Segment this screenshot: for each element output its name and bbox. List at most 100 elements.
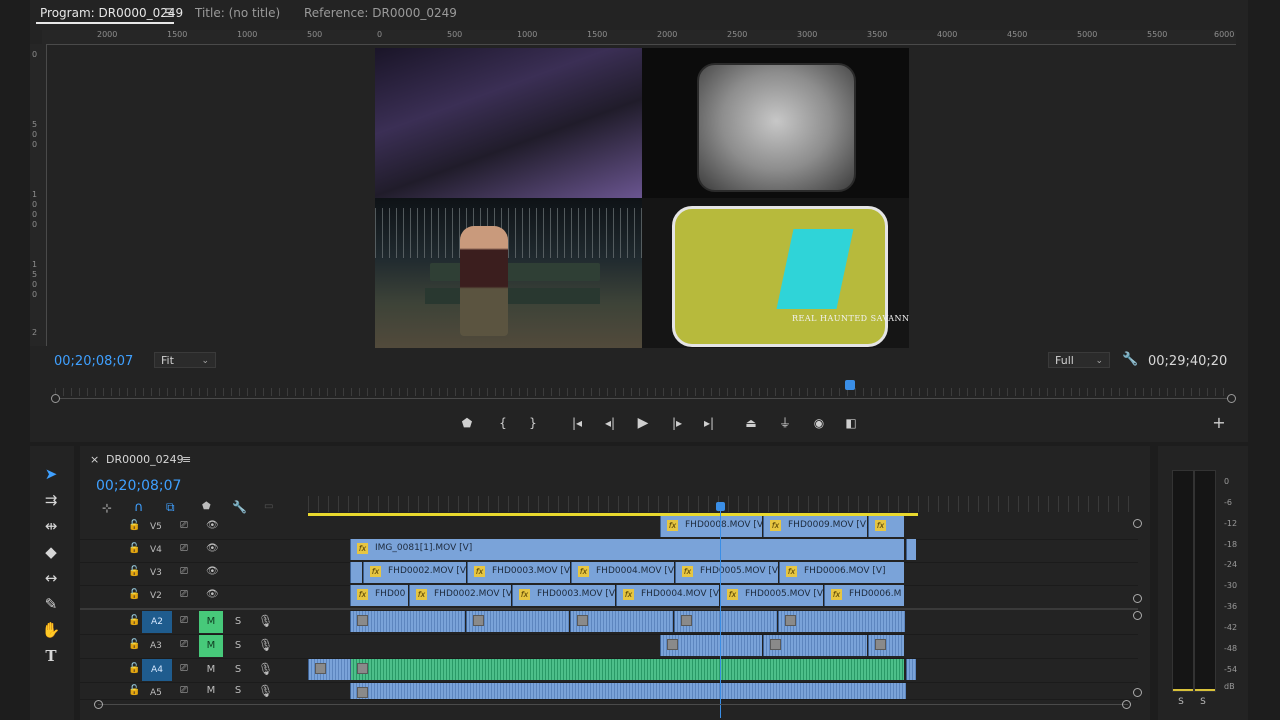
scroll-handle[interactable] [1122,700,1131,709]
step-forward-icon[interactable]: |▸ [668,414,686,432]
captions-icon[interactable]: ▭ [264,501,273,512]
snap-magnet-icon[interactable]: ∩ [134,500,144,515]
sync-lock-icon[interactable]: ⎚ [180,663,188,674]
sync-lock-icon[interactable]: ⎚ [180,543,188,554]
clip[interactable]: fx FHD0009.MOV [V] [763,516,867,537]
clip[interactable]: fx FHD0006.MOV [V] [779,562,904,583]
mark-in-icon[interactable]: { [494,414,512,432]
playhead-marker[interactable] [845,380,855,390]
solo-button[interactable]: S [226,683,250,699]
audio-clip[interactable] [868,635,904,656]
clip[interactable]: fx FHD0004.MOV [V] [616,585,719,606]
clip[interactable]: fx FHD0003.MOV [V] [512,585,615,606]
clip[interactable]: fx FHD0005.MOV [V] [720,585,823,606]
lock-icon[interactable]: 🔓 [128,685,140,696]
razor-tool-icon[interactable]: ◆ [40,541,62,563]
clip[interactable]: fx [868,516,904,537]
microphone-icon[interactable]: 🎙 [258,638,273,652]
sync-lock-icon[interactable]: ⎚ [180,615,188,626]
scrubber-end-handle[interactable] [1227,394,1236,403]
audio-clip[interactable] [350,659,904,680]
marker-icon[interactable]: ⬟ [458,414,476,432]
tab-reference[interactable]: Reference: DR0000_0249 [304,6,457,20]
sync-lock-icon[interactable]: ⎚ [180,520,188,531]
solo-button[interactable]: S [226,635,250,657]
panel-menu-icon[interactable]: ☰ [164,6,175,20]
eye-icon[interactable]: 👁 [206,520,219,531]
eye-icon[interactable]: 👁 [206,566,219,577]
scroll-handle[interactable] [1133,519,1142,528]
wrench-icon[interactable]: 🔧 [1122,352,1138,367]
eye-icon[interactable]: 👁 [206,543,219,554]
slip-tool-icon[interactable]: ↔ [40,567,62,589]
linked-selection-icon[interactable]: ⧉ [166,500,175,515]
clip[interactable]: fx FHD0005.MOV [V] [675,562,778,583]
track-target-a2[interactable]: A2 [142,611,172,633]
selection-tool-icon[interactable]: ➤ [40,463,62,485]
audio-clip[interactable] [674,611,777,632]
go-to-out-icon[interactable]: ▸| [700,414,718,432]
clip[interactable]: fx FHD0003.MOV [V] [467,562,570,583]
clip[interactable]: fx FHD0006.M [824,585,904,606]
lock-icon[interactable]: 🔓 [128,589,140,600]
clip[interactable]: fx FHD0004.MOV [V] [571,562,674,583]
track-target-a4[interactable]: A4 [142,659,172,681]
solo-left-button[interactable]: S [1172,694,1190,710]
audio-clip[interactable] [906,659,916,680]
audio-clip[interactable] [466,611,569,632]
clip[interactable]: fx IMG_0081[1].MOV [V] [350,539,904,560]
scroll-handle[interactable] [1133,688,1142,697]
go-to-in-icon[interactable]: |◂ [568,414,586,432]
close-tab-icon[interactable]: × [90,453,99,466]
playback-scrubber[interactable] [50,380,1236,410]
mark-out-icon[interactable]: } [524,414,542,432]
lock-icon[interactable]: 🔓 [128,566,140,577]
microphone-icon[interactable]: 🎙 [258,684,273,698]
lock-icon[interactable]: 🔓 [128,639,140,650]
comparison-icon[interactable]: ◧ [842,414,860,432]
zoom-select[interactable]: Fit ⌄ [154,352,216,368]
scroll-handle[interactable] [1133,611,1142,620]
nest-icon[interactable]: ⊹ [102,501,112,515]
sequence-tab[interactable]: DR0000_0249 [106,453,184,466]
solo-button[interactable]: S [226,659,250,681]
sequence-menu-icon[interactable]: ≡ [182,453,191,466]
tab-title[interactable]: Title: (no title) [195,6,280,20]
scroll-handle[interactable] [94,700,103,709]
mute-button[interactable]: M [199,683,223,699]
extract-icon[interactable]: ⏚ [776,414,794,432]
audio-clip[interactable] [350,611,465,632]
clip[interactable]: fx FHD0002.MOV [V] [409,585,511,606]
sync-lock-icon[interactable]: ⎚ [180,639,188,650]
step-back-icon[interactable]: ◂| [601,414,619,432]
clip[interactable] [906,539,916,560]
play-icon[interactable]: ▶ [634,414,652,432]
eye-icon[interactable]: 👁 [206,589,219,600]
lock-icon[interactable]: 🔓 [128,520,140,531]
audio-clip[interactable] [778,611,905,632]
clip[interactable]: fx FHD00 [350,585,408,606]
clip[interactable]: fx FHD0002.MOV [V] [363,562,466,583]
tab-program[interactable]: Program: DR0000_0249 [40,6,183,20]
type-tool-icon[interactable]: T [40,645,62,667]
hand-tool-icon[interactable]: ✋ [40,619,62,641]
microphone-icon[interactable]: 🎙 [258,614,273,628]
audio-clip[interactable] [763,635,867,656]
add-button[interactable]: + [1210,414,1228,432]
lock-icon[interactable]: 🔓 [128,543,140,554]
audio-clip[interactable] [350,683,906,699]
pen-tool-icon[interactable]: ✎ [40,593,62,615]
horizontal-scrollbar[interactable] [98,704,1128,705]
timeline-timecode[interactable]: 00;20;08;07 [96,478,181,494]
audio-clip[interactable] [660,635,762,656]
lift-icon[interactable]: ⏏ [742,414,760,432]
scrubber-start-handle[interactable] [51,394,60,403]
solo-right-button[interactable]: S [1194,694,1212,710]
export-frame-icon[interactable]: ◉ [810,414,828,432]
video-frame[interactable]: REAL HAUNTED SAVANNAH [375,48,909,348]
add-marker-icon[interactable]: ⬟ [202,501,211,512]
ripple-edit-tool-icon[interactable]: ⇹ [40,515,62,537]
sync-lock-icon[interactable]: ⎚ [180,589,188,600]
clip[interactable]: fx FHD0008.MOV [V] [660,516,762,537]
audio-clip[interactable] [570,611,673,632]
